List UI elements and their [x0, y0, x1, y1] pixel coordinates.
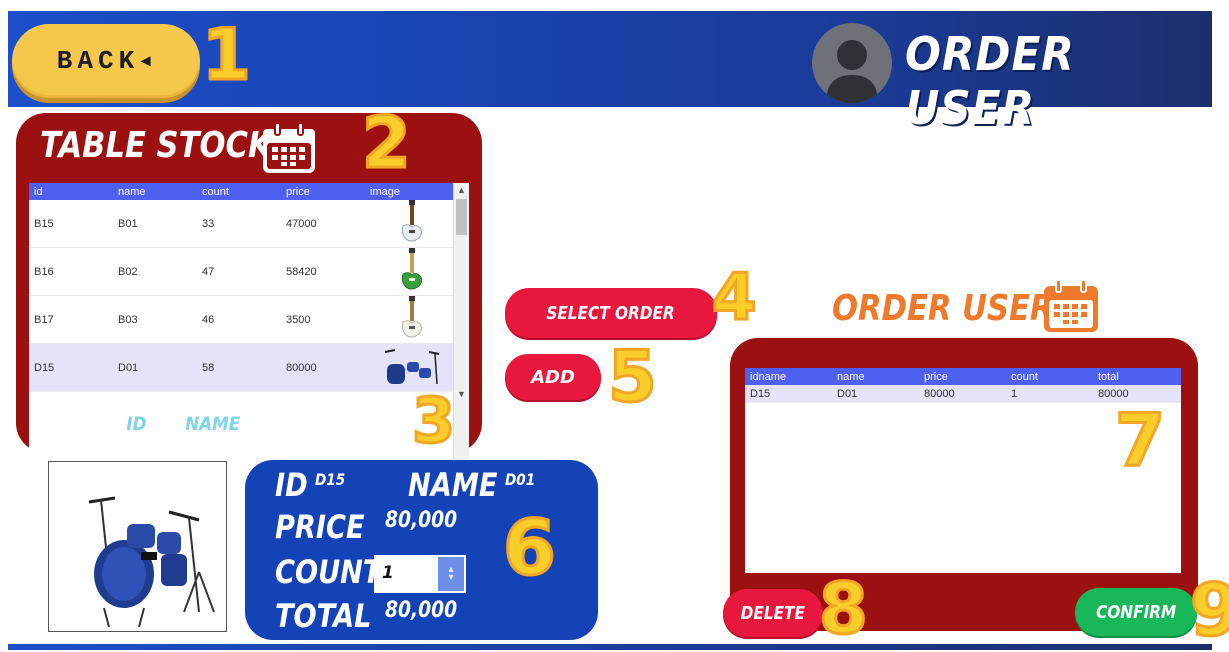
calendar-icon-orange [1044, 279, 1098, 332]
page-title: ORDER USER [905, 27, 1075, 135]
table-row[interactable]: B17 B03 46 3500 [29, 296, 454, 344]
id-value: D15 [315, 470, 346, 489]
id-label: ID [275, 466, 308, 504]
total-label: TOTAL [275, 597, 372, 635]
table-row-selected[interactable]: D15 D01 58 80000 [29, 344, 454, 392]
callout-6: 6 [502, 503, 558, 592]
stock-title: TABLE STOCK [40, 125, 272, 166]
cell-id: B16 [34, 265, 54, 278]
cell-price: 3500 [286, 313, 311, 326]
col-image[interactable]: image [365, 186, 454, 198]
guitar-white-thumbnail [365, 200, 454, 247]
callout-9: 9 [1188, 568, 1229, 652]
guitar-green-thumbnail [365, 248, 454, 295]
stock-table-scrollbar[interactable]: ▲ ▼ [453, 183, 469, 459]
calendar-icon [263, 122, 315, 173]
back-label: BACK [56, 46, 140, 76]
cell-count: 1 [1011, 387, 1018, 400]
confirm-button[interactable]: CONFIRM [1075, 588, 1197, 636]
cell-name: B02 [118, 265, 138, 278]
count-label: COUNT [275, 553, 382, 591]
guitar-natural-thumbnail [365, 296, 454, 343]
cell-count: 33 [202, 217, 215, 230]
stock-table-header: id name count price image [29, 183, 454, 200]
search-input[interactable] [258, 402, 422, 442]
col-price[interactable]: price [919, 371, 1006, 383]
cell-name: B03 [118, 313, 138, 326]
delete-button[interactable]: DELETE [723, 589, 823, 637]
order-table-header: idname name price count total [745, 368, 1181, 385]
user-avatar-icon [812, 23, 892, 103]
table-row[interactable]: B16 B02 47 58420 [29, 248, 454, 296]
col-id[interactable]: id [29, 186, 113, 198]
order-title: ORDER USER [832, 288, 1054, 329]
callout-3: 3 [410, 384, 456, 457]
name-value: D01 [505, 470, 536, 489]
callout-4: 4 [711, 261, 759, 335]
scroll-down-icon[interactable]: ▼ [457, 389, 466, 399]
select-order-button[interactable]: SELECT ORDER [505, 288, 717, 338]
triangle-left-icon: ◂ [141, 52, 156, 72]
table-row[interactable]: B15 B01 33 47000 [29, 200, 454, 248]
cell-count: 58 [202, 361, 215, 374]
cell-id: B17 [34, 313, 54, 326]
product-image [48, 461, 227, 632]
col-total[interactable]: total [1093, 371, 1181, 383]
callout-2: 2 [361, 102, 413, 184]
cell-name: D01 [118, 361, 139, 374]
total-value: 80,000 [385, 598, 458, 623]
search-label: SEARCH ID OR NAME [45, 413, 241, 435]
callout-1: 1 [201, 14, 253, 96]
cell-count: 46 [202, 313, 215, 326]
cell-price: 58420 [286, 265, 317, 278]
price-label: PRICE [275, 508, 365, 546]
cell-price: 80000 [924, 387, 955, 400]
col-price[interactable]: price [281, 186, 365, 198]
col-idname[interactable]: idname [745, 371, 832, 383]
scroll-thumb[interactable] [456, 199, 467, 235]
stepper-arrows-icon[interactable]: ▴ ▾ [438, 557, 464, 591]
callout-5: 5 [607, 336, 659, 418]
cell-price: 47000 [286, 217, 317, 230]
cell-id: D15 [34, 361, 55, 374]
bottom-bar [8, 644, 1212, 650]
col-count[interactable]: count [1006, 371, 1093, 383]
name-label: NAME [408, 466, 498, 504]
callout-7: 7 [1113, 398, 1166, 482]
cell-name: D01 [837, 387, 858, 400]
add-button[interactable]: ADD [505, 354, 601, 400]
scroll-up-icon[interactable]: ▲ [457, 185, 466, 195]
col-count[interactable]: count [197, 186, 281, 198]
callout-8: 8 [818, 568, 870, 650]
count-value[interactable]: 1 [382, 563, 394, 583]
col-name[interactable]: name [832, 371, 919, 383]
cell-idname: D15 [750, 387, 771, 400]
cell-id: B15 [34, 217, 54, 230]
cell-count: 47 [202, 265, 215, 278]
count-stepper[interactable]: 1 ▴ ▾ [374, 555, 466, 593]
col-name[interactable]: name [113, 186, 197, 198]
drum-kit-thumbnail [365, 346, 454, 389]
back-button[interactable]: BACK ◂ [12, 24, 200, 98]
price-value: 80,000 [385, 508, 458, 533]
cell-name: B01 [118, 217, 138, 230]
cell-price: 80000 [286, 361, 317, 374]
